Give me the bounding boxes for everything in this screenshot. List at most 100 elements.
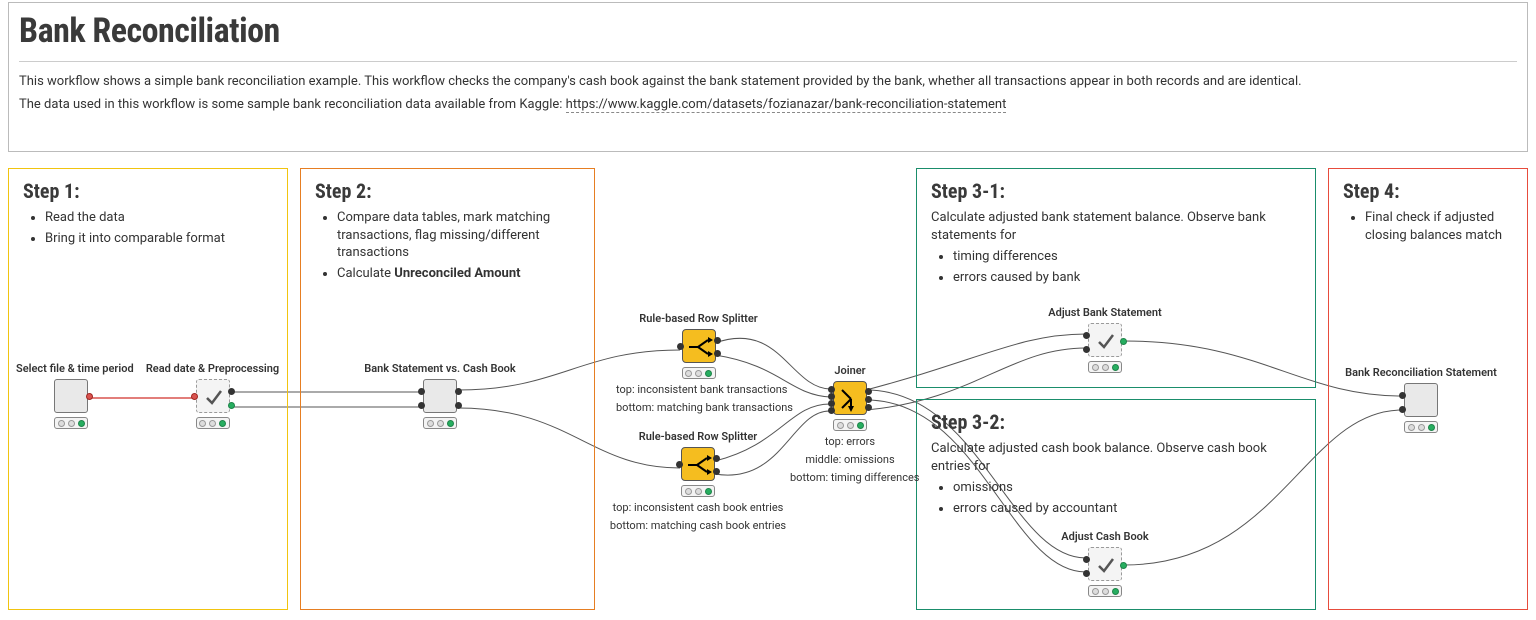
in-port-3[interactable] — [828, 400, 835, 407]
in-port-1[interactable] — [418, 388, 425, 395]
text: Calculate — [337, 266, 394, 281]
in-port-2[interactable] — [1083, 346, 1090, 353]
in-port-4[interactable] — [828, 407, 835, 414]
step-3-2-title: Step 3-2: — [931, 410, 1301, 434]
node-splitter-1[interactable]: Rule-based Row Splitter top: inconsisten… — [616, 312, 781, 415]
in-port-1[interactable] — [1399, 392, 1406, 399]
status-lights — [1088, 585, 1122, 597]
in-port-1[interactable] — [1083, 332, 1090, 339]
node-label: Bank Reconciliation Statement — [1338, 366, 1504, 379]
list-item: errors caused by bank — [953, 269, 1301, 287]
node-box[interactable] — [1088, 547, 1122, 581]
step-1-list: Read the data Bring it into comparable f… — [23, 209, 273, 247]
kaggle-link[interactable]: https://www.kaggle.com/datasets/fozianaz… — [566, 97, 1007, 113]
node-box[interactable] — [681, 447, 715, 481]
in-port-1[interactable] — [828, 386, 835, 393]
step-3-2-list: omissions errors caused by accountant — [931, 479, 1301, 517]
out-port[interactable] — [1120, 338, 1127, 345]
out-port-top[interactable] — [713, 455, 720, 462]
out-port-1[interactable] — [455, 388, 462, 395]
step-1-item: Read the data — [45, 209, 273, 227]
status-lights — [423, 417, 457, 429]
node-box[interactable] — [1088, 323, 1122, 357]
node-label: Adjust Cash Book — [1045, 530, 1165, 543]
status-lights — [196, 417, 230, 429]
description-panel[interactable]: Bank Reconciliation This workflow shows … — [8, 2, 1528, 152]
node-label: Adjust Bank Statement — [1040, 306, 1170, 319]
status-lights — [833, 419, 867, 431]
node-select-file[interactable]: Select file & time period — [16, 362, 126, 429]
list-item: omissions — [953, 479, 1301, 497]
list-item: Final check if adjusted closing balances… — [1365, 209, 1513, 244]
joiner-icon — [834, 382, 868, 416]
node-sublabel: bottom: timing differences — [790, 471, 910, 485]
node-box[interactable] — [833, 381, 867, 415]
node-sublabel: top: inconsistent bank transactions — [616, 383, 781, 397]
node-read-preprocess[interactable]: Read date & Preprocessing — [140, 362, 285, 429]
step-1-title: Step 1: — [23, 179, 273, 203]
description-prefix: The data used in this workflow is some s… — [19, 97, 566, 112]
node-adjust-bank[interactable]: Adjust Bank Statement — [1040, 306, 1170, 373]
page-title: Bank Reconciliation — [19, 11, 1517, 51]
step-3-1-title: Step 3-1: — [931, 179, 1301, 203]
description-line-1: This workflow shows a simple bank reconc… — [19, 74, 1517, 91]
node-box[interactable] — [423, 379, 457, 413]
step-4-list: Final check if adjusted closing balances… — [1343, 209, 1513, 244]
node-brs[interactable]: Bank Reconciliation Statement — [1338, 366, 1504, 433]
splitter-icon — [683, 330, 717, 364]
step-2-list: Compare data tables, mark matching trans… — [315, 209, 580, 282]
in-port-2[interactable] — [828, 393, 835, 400]
node-bank-vs-cash[interactable]: Bank Statement vs. Cash Book — [360, 362, 520, 429]
node-joiner[interactable]: Joiner top: errors middle: omissions bot… — [790, 364, 910, 484]
status-lights — [1404, 421, 1438, 433]
node-adjust-cash[interactable]: Adjust Cash Book — [1045, 530, 1165, 597]
in-port[interactable] — [676, 461, 683, 468]
check-icon — [1096, 331, 1116, 351]
out-port-3[interactable] — [865, 404, 872, 411]
node-label: Rule-based Row Splitter — [608, 430, 788, 443]
step-3-1-list: timing differences errors caused by bank — [931, 248, 1301, 286]
node-splitter-2[interactable]: Rule-based Row Splitter top: inconsisten… — [608, 430, 788, 533]
check-icon — [204, 387, 224, 407]
out-port-bottom[interactable] — [714, 350, 721, 357]
step-2-item: Compare data tables, mark matching trans… — [337, 209, 580, 262]
list-item: errors caused by accountant — [953, 500, 1301, 518]
node-sublabel: bottom: matching cash book entries — [608, 519, 788, 533]
flowvar-out-port[interactable] — [86, 393, 93, 400]
status-lights — [681, 485, 715, 497]
splitter-icon — [682, 448, 716, 482]
node-box[interactable] — [1404, 383, 1438, 417]
workflow-canvas[interactable]: Bank Reconciliation This workflow shows … — [0, 0, 1536, 620]
in-port[interactable] — [677, 343, 684, 350]
flowvar-in-port[interactable] — [191, 393, 198, 400]
node-sublabel: top: inconsistent cash book entries — [608, 501, 788, 515]
out-port-1[interactable] — [228, 388, 235, 395]
node-box[interactable] — [54, 379, 88, 413]
node-sublabel: middle: omissions — [790, 453, 910, 467]
node-label: Select file & time period — [16, 362, 126, 375]
step-2-item: Calculate Unreconciled Amount — [337, 265, 580, 283]
in-port-2[interactable] — [1399, 406, 1406, 413]
in-port-2[interactable] — [418, 402, 425, 409]
out-port-1[interactable] — [865, 388, 872, 395]
list-item: timing differences — [953, 248, 1301, 266]
in-port-2[interactable] — [1083, 570, 1090, 577]
out-port-bottom[interactable] — [713, 468, 720, 475]
step-4-title: Step 4: — [1343, 179, 1513, 203]
description-line-2: The data used in this workflow is some s… — [19, 97, 1517, 114]
out-port-2[interactable] — [865, 396, 872, 403]
node-label: Read date & Preprocessing — [140, 362, 285, 375]
out-port-2[interactable] — [455, 402, 462, 409]
divider — [19, 61, 1517, 62]
node-box[interactable] — [682, 329, 716, 363]
step-1-item: Bring it into comparable format — [45, 230, 273, 248]
out-port[interactable] — [1120, 562, 1127, 569]
status-lights — [54, 417, 88, 429]
out-port-top[interactable] — [714, 337, 721, 344]
step-3-1-intro: Calculate adjusted bank statement balanc… — [931, 209, 1301, 244]
in-port-1[interactable] — [1083, 556, 1090, 563]
node-sublabel: bottom: matching bank transactions — [616, 401, 781, 415]
node-box[interactable] — [196, 379, 230, 413]
out-port-2[interactable] — [228, 402, 235, 409]
check-icon — [1096, 555, 1116, 575]
